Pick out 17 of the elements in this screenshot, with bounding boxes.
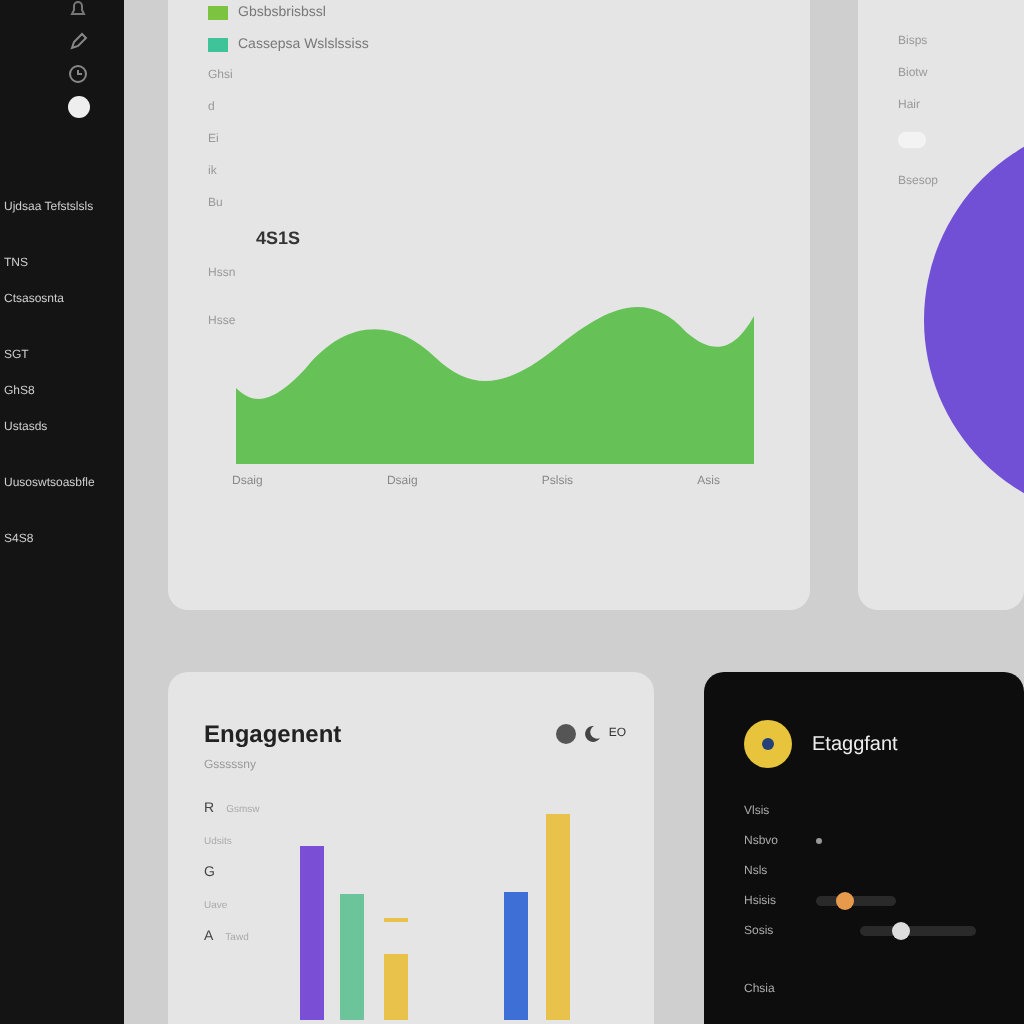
card-title: Engagenent <box>204 720 342 748</box>
bell-icon[interactable] <box>68 0 88 20</box>
bar <box>340 894 364 1020</box>
bar <box>384 954 408 1020</box>
target-marker <box>384 918 408 922</box>
pencil-icon[interactable] <box>68 32 88 52</box>
info-icon[interactable] <box>556 724 577 744</box>
slider[interactable] <box>860 926 976 936</box>
card-title: Etaggfant <box>812 733 898 755</box>
moon-icon[interactable] <box>584 726 601 742</box>
bullet-icon <box>816 838 822 844</box>
metric-value: 4S1S <box>256 228 303 248</box>
bar <box>504 892 528 1020</box>
clock-icon[interactable] <box>68 64 88 84</box>
slider[interactable] <box>816 896 896 906</box>
avatar-icon <box>744 720 792 768</box>
avatar[interactable] <box>67 96 89 118</box>
